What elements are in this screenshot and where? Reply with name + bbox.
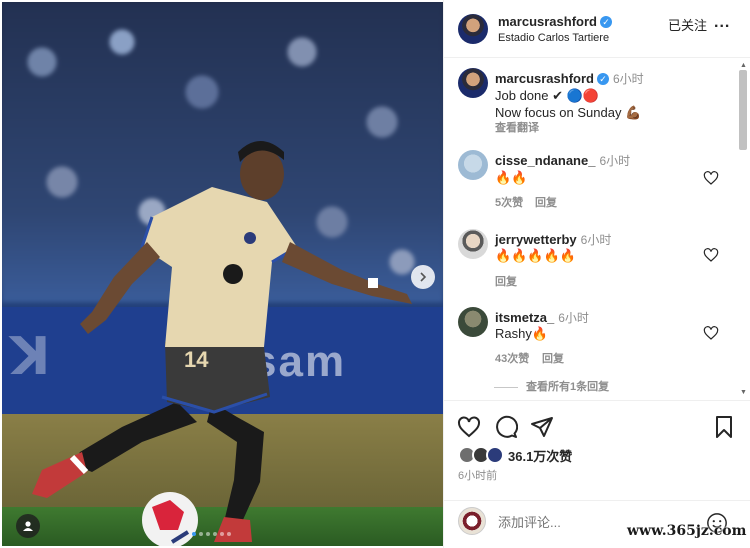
avatar[interactable] [458, 307, 488, 337]
like-comment-heart-icon[interactable] [703, 170, 719, 186]
next-photo-button[interactable] [411, 265, 435, 289]
my-avatar [458, 507, 486, 535]
caption-username[interactable]: marcusrashford ✓ 6小时 [495, 70, 644, 87]
scroll-up-icon[interactable]: ▲ [740, 62, 747, 69]
bookmark-icon[interactable] [712, 415, 736, 439]
verified-icon: ✓ [599, 16, 612, 28]
verified-icon: ✓ [596, 73, 609, 85]
caption-line: Job done ✔ 🔵🔴 [495, 88, 599, 103]
avatar[interactable] [458, 229, 488, 259]
scroll-down-icon[interactable]: ▼ [740, 389, 747, 396]
avatar[interactable] [458, 150, 488, 180]
comment-text: 🔥🔥🔥🔥🔥 [495, 248, 576, 263]
comment-likes[interactable]: 5次赞 [495, 194, 523, 210]
post-detail-panel: marcusrashford ✓ Estadio Carlos Tartiere … [443, 0, 750, 548]
comments-list: marcusrashford ✓ 6小时 Job done ✔ 🔵🔴 Now foc… [444, 59, 750, 399]
comment-username[interactable]: jerrywetterby 6小时 [495, 231, 611, 248]
chevron-right-icon [420, 272, 427, 282]
reply-button[interactable]: 回复 [535, 194, 557, 210]
more-options-icon[interactable]: ... [714, 14, 730, 32]
jersey-number: 14 [184, 347, 209, 372]
share-icon[interactable] [530, 415, 554, 439]
reply-button[interactable]: 回复 [495, 273, 517, 289]
post-timestamp: 6小时前 [458, 470, 498, 482]
comment-username[interactable]: cisse_ndanane_ 6小时 [495, 152, 630, 169]
like-comment-heart-icon[interactable] [703, 325, 719, 341]
watermark: www.365jz.com [627, 523, 747, 539]
liker-avatar [486, 446, 504, 464]
translate-link[interactable]: 查看翻译 [495, 119, 539, 135]
comment-text: Rashy🔥 [495, 326, 549, 341]
post-header: marcusrashford ✓ Estadio Carlos Tartiere … [444, 0, 750, 58]
tagged-user-button[interactable] [16, 514, 40, 538]
post-actions: 36.1万次赞 6小时前 [444, 400, 750, 500]
scrollbar-thumb[interactable] [739, 70, 747, 150]
comment-username[interactable]: itsmetza_ 6小时 [495, 309, 589, 326]
comment-text: 🔥🔥 [495, 170, 528, 185]
view-replies-link[interactable]: 查看所有1条回复 [494, 378, 609, 394]
following-button[interactable]: 已关注 [668, 15, 707, 34]
likes-count[interactable]: 36.1万次赞 [508, 446, 572, 465]
post-location[interactable]: Estadio Carlos Tartiere [498, 32, 609, 44]
like-comment-heart-icon[interactable] [703, 247, 719, 263]
like-heart-icon[interactable] [457, 415, 481, 439]
user-icon [23, 521, 33, 531]
comment-likes[interactable]: 43次赞 [495, 350, 529, 366]
post-photo[interactable]: ꓘ sam 14 [2, 2, 443, 546]
comment-icon[interactable] [494, 415, 518, 439]
avatar[interactable] [458, 14, 488, 44]
avatar[interactable] [458, 68, 488, 98]
reply-button[interactable]: 回复 [542, 350, 564, 366]
post-username[interactable]: marcusrashford ✓ [498, 14, 612, 29]
carousel-dots [192, 532, 231, 536]
player-figure [32, 141, 412, 546]
